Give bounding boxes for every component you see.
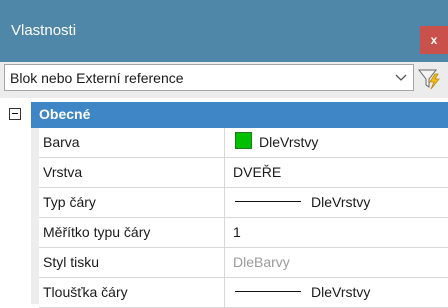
panel-title: Vlastnosti [11,22,77,39]
row-gutter [31,128,39,304]
property-row-linetype-scale[interactable]: Měřítko typu čáry 1 [39,218,448,248]
property-name: Barva [39,128,225,157]
chevron-down-icon [395,74,407,81]
color-swatch [235,132,252,149]
property-value-text: DVEŘE [233,164,282,180]
property-value[interactable]: DleVrstvy [225,128,448,157]
object-type-dropdown[interactable]: Blok nebo Externí reference [4,64,414,91]
collapse-minus-icon[interactable] [9,108,21,120]
property-value-text: DleVrstvy [311,284,371,300]
property-value[interactable]: DleVrstvy [225,278,448,307]
property-row-plot-style[interactable]: Styl tisku DleBarvy [39,248,448,278]
property-name: Styl tisku [39,248,225,277]
quick-select-icon[interactable] [418,68,442,90]
property-row-linetype[interactable]: Typ čáry DleVrstvy [39,188,448,218]
property-value[interactable]: DVEŘE [225,158,448,187]
property-name: Typ čáry [39,188,225,217]
property-value[interactable]: 1 [225,218,448,247]
linetype-preview [235,201,301,202]
property-value-text: 1 [233,224,241,240]
category-label: Obecné [39,106,91,122]
property-row-layer[interactable]: Vrstva DVEŘE [39,158,448,188]
close-button[interactable]: x [420,26,448,54]
property-value-text: DleVrstvy [259,134,319,150]
lineweight-preview [235,291,301,292]
property-name: Vrstva [39,158,225,187]
object-type-value: Blok nebo Externí reference [10,70,184,86]
category-header-general[interactable]: Obecné [31,102,448,128]
property-row-color[interactable]: Barva DleVrstvy [39,128,448,158]
property-value-text: DleBarvy [233,254,290,270]
property-value-text: DleVrstvy [311,194,371,210]
property-value[interactable]: DleBarvy [225,248,448,277]
property-name: Tloušťka čáry [39,278,225,307]
property-name: Měřítko typu čáry [39,218,225,247]
property-value[interactable]: DleVrstvy [225,188,448,217]
